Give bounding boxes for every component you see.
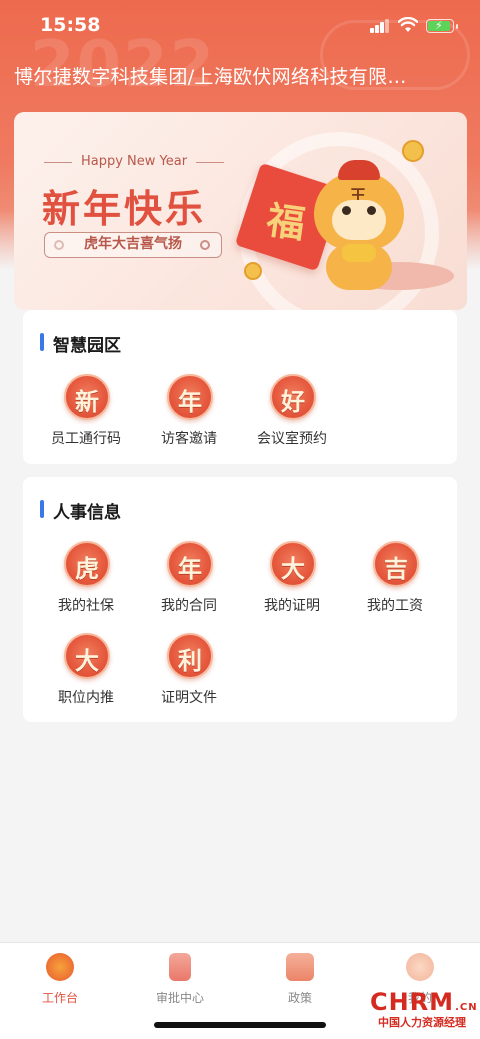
- banner-title: 新年快乐: [42, 186, 207, 231]
- grid-item-internal-referral[interactable]: 大 职位内推: [36, 633, 136, 713]
- badge-icon: 年: [167, 541, 213, 587]
- tab-label: 工作台: [41, 991, 78, 1005]
- grid-item-label: 员工通行码: [51, 431, 121, 447]
- divider-line: [196, 162, 224, 163]
- watermark-suffix: .CN: [455, 1002, 478, 1013]
- policy-fa-icon: [286, 953, 314, 981]
- grid-item-employee-pass[interactable]: 新 员工通行码: [36, 374, 136, 454]
- badge-icon: 吉: [373, 541, 419, 587]
- new-year-banner[interactable]: Happy New Year 新年快乐 虎年大吉喜气扬 福 王: [14, 112, 467, 310]
- home-indicator[interactable]: [154, 1022, 326, 1028]
- badge-icon: 大: [270, 541, 316, 587]
- grid-item-proof-documents[interactable]: 利 证明文件: [139, 633, 239, 713]
- tiger-mascot-illustration: 王: [314, 160, 404, 290]
- fu-character: 福: [263, 196, 308, 247]
- section-hr-info: 人事信息 虎 我的社保 年 我的合同 大 我的证明 吉 我的工资 大 职位内推 …: [23, 477, 457, 722]
- grid-item-label: 我的社保: [58, 598, 114, 614]
- badge-icon: 年: [167, 374, 213, 420]
- banner-slogan: 虎年大吉喜气扬: [44, 232, 222, 258]
- grid-item-certificate[interactable]: 大 我的证明: [242, 541, 342, 621]
- grid-item-label: 证明文件: [161, 690, 217, 706]
- status-time: 15:58: [40, 14, 101, 36]
- dot-decoration: [200, 240, 210, 250]
- grid-item-label: 访客邀请: [161, 431, 217, 447]
- watermark-main: CHRM: [370, 988, 455, 1016]
- section-smart-park: 智慧园区 新 员工通行码 年 访客邀请 好 会议室预约: [23, 310, 457, 464]
- section-accent-bar: [40, 500, 44, 518]
- coin-icon: [402, 140, 424, 162]
- grid-item-meeting-room[interactable]: 好 会议室预约: [242, 374, 342, 454]
- badge-icon: 大: [64, 633, 110, 679]
- home-2022-icon: [46, 953, 74, 981]
- section-title: 智慧园区: [53, 336, 121, 356]
- chrm-watermark: CHRM.CN 中国人力资源经理: [370, 988, 477, 1030]
- cellular-signal-icon: [370, 19, 390, 33]
- coin-icon: [244, 262, 262, 280]
- tiger-avatar-icon: [406, 953, 434, 981]
- grid-item-label: 我的合同: [161, 598, 217, 614]
- tab-approval-center[interactable]: 审批中心: [120, 949, 240, 1009]
- status-bar: 15:58 ⚡: [0, 0, 480, 52]
- grid-item-label: 职位内推: [58, 690, 114, 706]
- badge-icon: 新: [64, 374, 110, 420]
- section-accent-bar: [40, 333, 44, 351]
- tab-label: 审批中心: [155, 991, 204, 1005]
- approval-envelope-icon: [169, 953, 191, 981]
- grid-item-social-security[interactable]: 虎 我的社保: [36, 541, 136, 621]
- wifi-icon: [398, 17, 418, 32]
- grid-item-label: 会议室预约: [257, 431, 327, 447]
- badge-icon: 利: [167, 633, 213, 679]
- grid-item-visitor-invite[interactable]: 年 访客邀请: [139, 374, 239, 454]
- section-title: 人事信息: [53, 503, 121, 523]
- badge-icon: 虎: [64, 541, 110, 587]
- tab-label: 政策: [287, 991, 312, 1005]
- grid-item-salary[interactable]: 吉 我的工资: [345, 541, 445, 621]
- watermark-sub: 中国人力资源经理: [378, 1016, 466, 1029]
- grid-item-contract[interactable]: 年 我的合同: [139, 541, 239, 621]
- grid-item-label: 我的工资: [367, 598, 423, 614]
- tab-workbench[interactable]: 工作台: [0, 949, 120, 1009]
- company-name-title[interactable]: 博尔捷数字科技集团/上海欧伏网络科技有限…: [14, 62, 464, 89]
- battery-charging-icon: ⚡: [426, 19, 458, 33]
- grid-item-label: 我的证明: [264, 598, 320, 614]
- badge-icon: 好: [270, 374, 316, 420]
- tab-policy[interactable]: 政策: [240, 949, 360, 1009]
